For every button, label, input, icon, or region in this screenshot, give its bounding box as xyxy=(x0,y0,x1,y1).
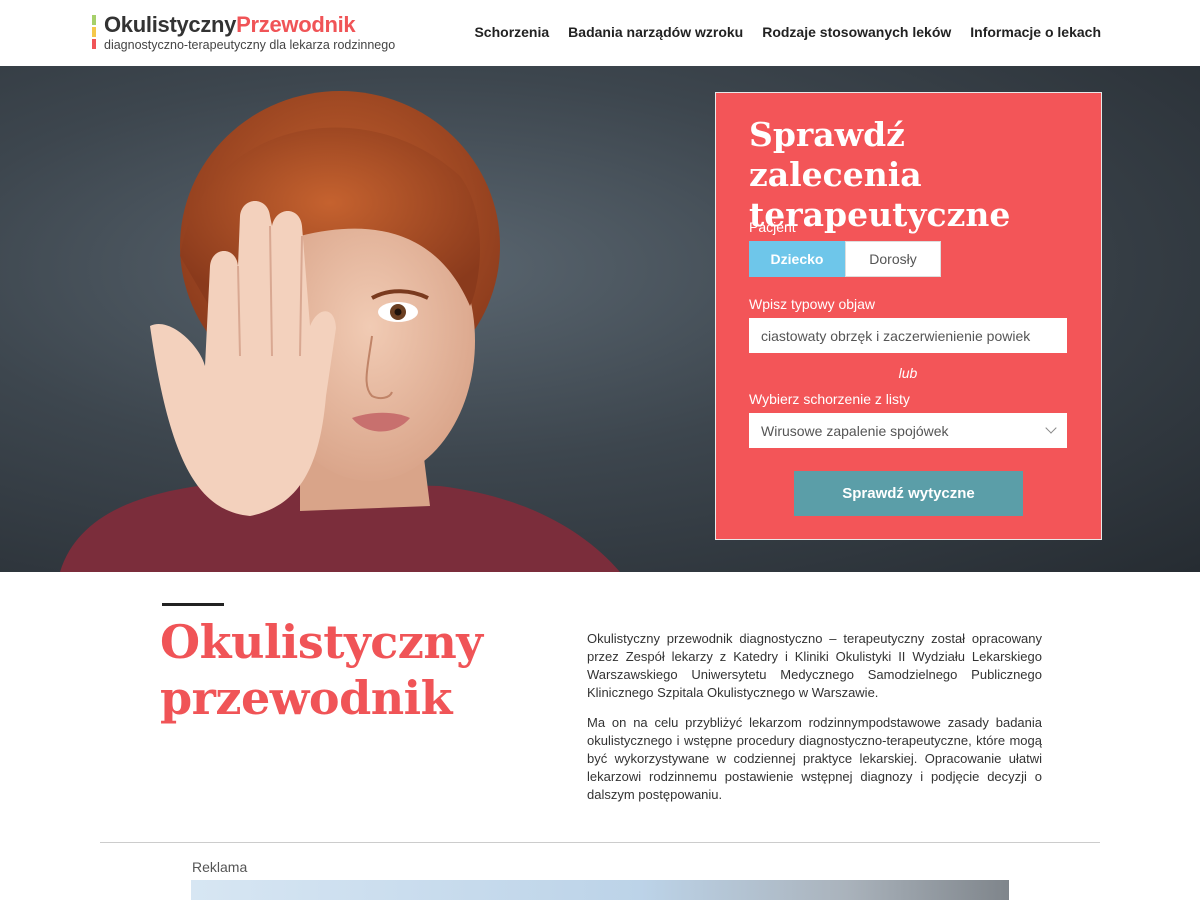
logo-subtitle: diagnostyczno-terapeutyczny dla lekarza … xyxy=(104,38,396,52)
or-label: lub xyxy=(898,365,918,381)
intro-paragraph-1: Okulistyczny przewodnik diagnostyczno – … xyxy=(587,631,1042,700)
disease-label: Wybierz schorzenie z listy xyxy=(749,391,910,407)
logo-title-part2: Przewodnik xyxy=(236,12,356,37)
ad-banner-image[interactable] xyxy=(191,880,1009,900)
nav-item-schorzenia[interactable]: Schorzenia xyxy=(474,24,549,40)
symptom-label: Wpisz typowy objaw xyxy=(749,296,876,312)
site-logo[interactable]: OkulistycznyPrzewodnik diagnostyczno-ter… xyxy=(92,12,432,54)
intro-title: Okulistyczny przewodnik xyxy=(160,614,483,726)
nav-item-badania[interactable]: Badania narządów wzroku xyxy=(568,24,743,40)
toggle-child-button[interactable]: Dziecko xyxy=(749,241,845,277)
toggle-adult-button[interactable]: Dorosły xyxy=(845,241,941,277)
patient-label: Pacjent xyxy=(749,219,796,235)
logo-bar-red xyxy=(92,39,96,49)
main-nav: Schorzenia Badania narządów wzroku Rodza… xyxy=(474,24,1101,40)
logo-title-part1: Okulistyczny xyxy=(104,12,237,37)
hero-photo-woman-covering-eye xyxy=(60,91,620,572)
logo-bar-green xyxy=(92,15,96,25)
logo-bar-yellow xyxy=(92,27,96,37)
chevron-down-icon xyxy=(1045,422,1057,434)
nav-item-leki[interactable]: Rodzaje stosowanych leków xyxy=(762,24,951,40)
logo-color-bars xyxy=(92,15,96,51)
symptom-input[interactable]: ciastowaty obrzęk i zaczerwienienie powi… xyxy=(749,318,1067,353)
form-title: Sprawdź zalecenia terapeutyczne xyxy=(749,115,1011,234)
intro-text: Okulistyczny przewodnik diagnostyczno – … xyxy=(587,630,1042,816)
intro-title-line2: przewodnik xyxy=(160,671,453,725)
ad-label: Reklama xyxy=(192,859,248,875)
logo-title: OkulistycznyPrzewodnik xyxy=(104,12,356,38)
therapy-search-form: Sprawdź zalecenia terapeutyczne Pacjent … xyxy=(715,92,1102,540)
nav-item-informacje[interactable]: Informacje o lekach xyxy=(970,24,1101,40)
intro-paragraph-2: Ma on na celu przybliżyć lekarzom rodzin… xyxy=(587,715,1042,802)
check-guidelines-button[interactable]: Sprawdź wytyczne xyxy=(794,471,1023,516)
title-accent-rule xyxy=(162,603,224,606)
disease-select[interactable]: Wirusowe zapalenie spojówek xyxy=(749,413,1067,448)
section-divider xyxy=(100,842,1100,843)
disease-select-value: Wirusowe zapalenie spojówek xyxy=(761,422,949,439)
hero-section: Sprawdź zalecenia terapeutyczne Pacjent … xyxy=(0,66,1200,572)
patient-toggle: Dziecko Dorosły xyxy=(749,241,942,277)
site-header: OkulistycznyPrzewodnik diagnostyczno-ter… xyxy=(0,0,1200,66)
intro-title-line1: Okulistyczny xyxy=(160,615,483,669)
